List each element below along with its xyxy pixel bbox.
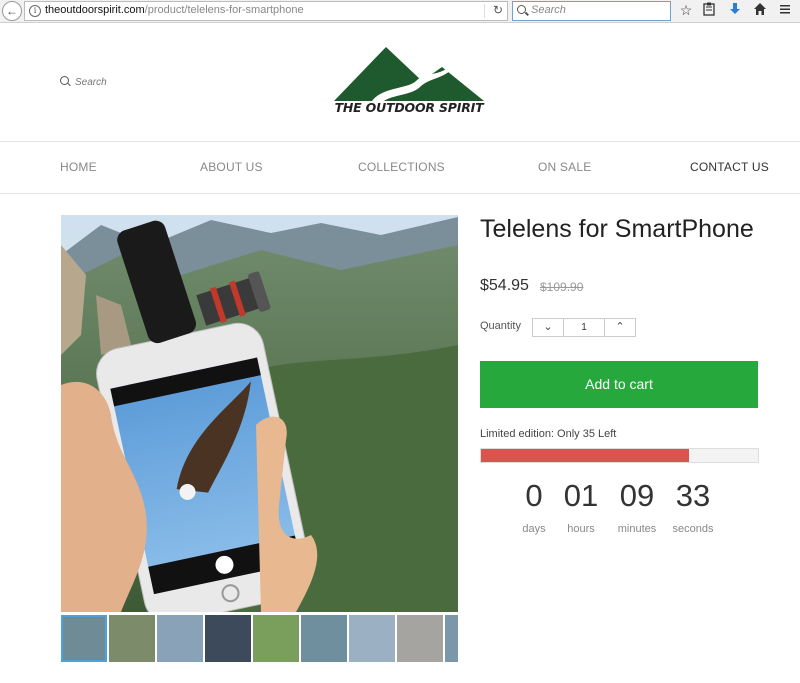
site-info-icon[interactable]: i — [29, 5, 41, 17]
quantity-increase-button[interactable]: ⌃ — [604, 319, 635, 336]
search-icon — [60, 76, 69, 85]
site-header: Search THE OUTDOOR SPIRIT — [0, 23, 800, 142]
download-icon[interactable] — [727, 2, 743, 18]
quantity-stepper: ⌄ 1 ⌃ — [532, 318, 636, 337]
countdown-seconds-label: seconds — [672, 523, 714, 535]
nav-item-about-us[interactable]: ABOUT US — [200, 160, 263, 174]
reload-icon[interactable]: ↻ — [493, 3, 503, 17]
thumbnail-7[interactable] — [349, 615, 395, 662]
stock-progress-bar — [480, 448, 759, 463]
product-price: $54.95 — [480, 277, 529, 294]
menu-icon[interactable] — [777, 2, 793, 18]
logo[interactable]: THE OUTDOOR SPIRIT — [330, 45, 488, 119]
logo-text: THE OUTDOOR SPIRIT — [334, 100, 484, 115]
search-icon — [517, 5, 526, 14]
nav-item-home[interactable]: HOME — [60, 160, 97, 174]
quantity-decrease-button[interactable]: ⌄ — [533, 319, 564, 336]
thumbnail-1[interactable] — [61, 615, 107, 662]
nav-item-contact-us[interactable]: CONTACT US — [690, 160, 769, 174]
thumbnail-3[interactable] — [157, 615, 203, 662]
nav-item-collections[interactable]: COLLECTIONS — [358, 160, 445, 174]
reading-list-icon[interactable] — [701, 2, 717, 18]
compare-price: $109.90 — [540, 280, 584, 294]
countdown-seconds: 33 — [675, 478, 711, 513]
home-icon[interactable] — [752, 2, 768, 18]
quantity-label: Quantity — [480, 320, 521, 332]
thumbnail-4[interactable] — [205, 615, 251, 662]
browser-search-input[interactable]: Search — [512, 1, 671, 21]
logo-mountains-icon — [334, 47, 484, 101]
back-arrow-icon[interactable]: ← — [2, 1, 22, 21]
product-title: Telelens for SmartPhone — [480, 215, 754, 243]
bookmark-star-icon[interactable]: ☆ — [678, 2, 694, 18]
site-search[interactable]: Search — [60, 76, 107, 88]
url-text[interactable]: theoutdoorspirit.com/product/telelens-fo… — [45, 4, 304, 16]
countdown-minutes-label: minutes — [617, 523, 657, 535]
product-photo — [61, 215, 458, 612]
stock-text: Limited edition: Only 35 Left — [480, 428, 617, 440]
nav-item-on-sale[interactable]: ON SALE — [538, 160, 591, 174]
countdown-hours: 01 — [563, 478, 599, 513]
countdown-hours-label: hours — [567, 523, 595, 535]
countdown-minutes: 09 — [619, 478, 655, 513]
browser-toolbar: ← i theoutdoorspirit.com/product/telelen… — [0, 0, 800, 23]
main-nav: HOME ABOUT US COLLECTIONS ON SALE CONTAC… — [0, 142, 800, 194]
product-image[interactable] — [61, 215, 458, 612]
thumbnail-9[interactable] — [445, 615, 458, 662]
thumbnail-8[interactable] — [397, 615, 443, 662]
thumbnail-5[interactable] — [253, 615, 299, 662]
address-bar[interactable]: i theoutdoorspirit.com/product/telelens-… — [24, 1, 508, 21]
site-search-label: Search — [75, 77, 107, 88]
thumbnail-2[interactable] — [109, 615, 155, 662]
thumbnail-strip — [61, 615, 458, 662]
stock-progress-fill — [481, 449, 689, 462]
quantity-input[interactable]: 1 — [564, 319, 604, 336]
browser-search-placeholder: Search — [531, 4, 566, 16]
divider — [484, 4, 485, 18]
add-to-cart-button[interactable]: Add to cart — [480, 361, 758, 408]
thumbnail-6[interactable] — [301, 615, 347, 662]
